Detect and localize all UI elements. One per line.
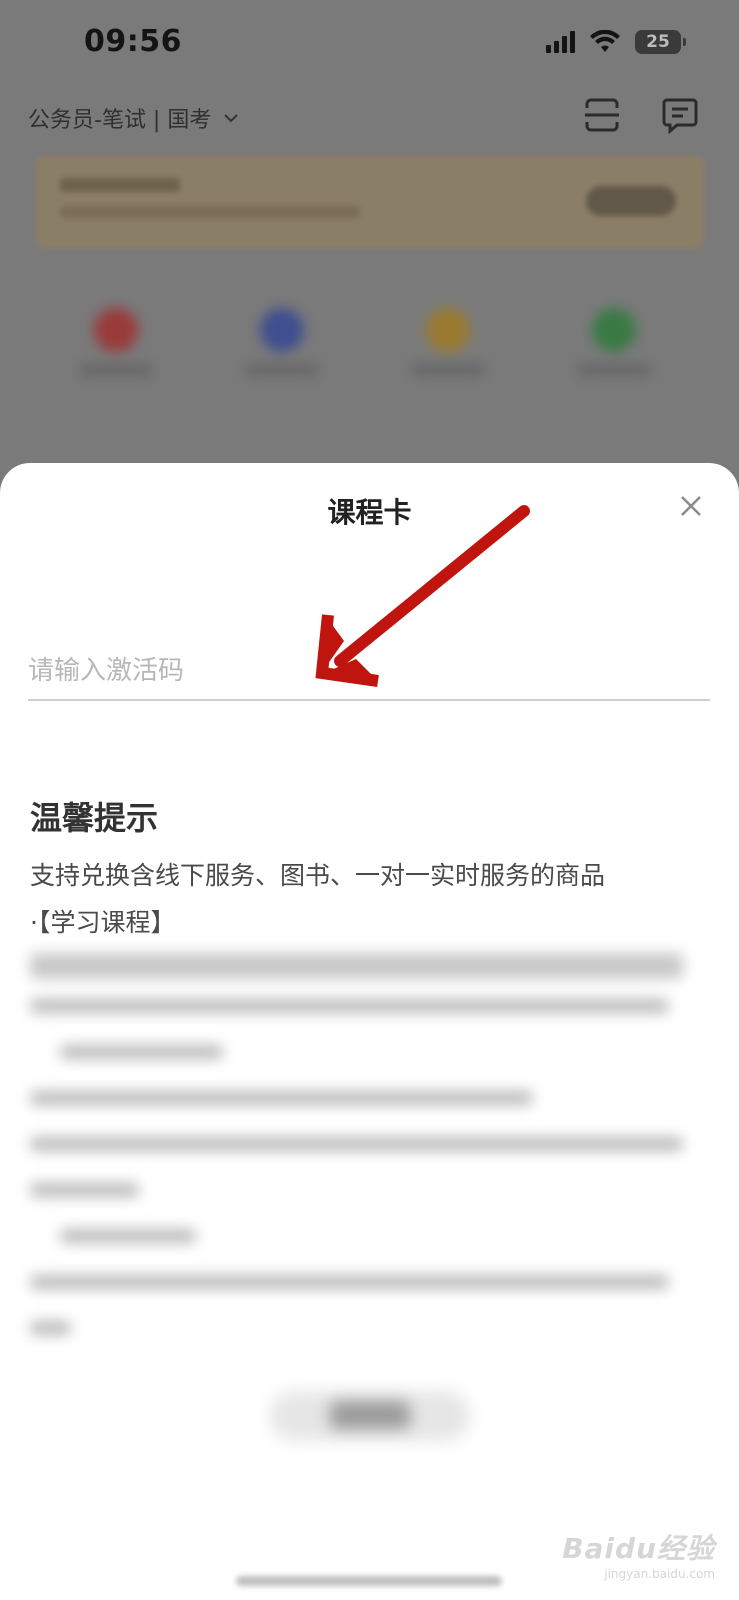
watermark-url: jingyan.baidu.com [604,1567,715,1581]
watermark-brand: Baidu经验 [562,1532,715,1565]
shortcut-item [408,308,488,388]
tips-text: 支持兑换含线下服务、图书、一对一实时服务的商品 [30,861,606,890]
activation-code-input[interactable] [28,643,710,701]
exam-selector[interactable]: 公务员-笔试 | 国考 [28,102,239,134]
tips-title: 温馨提示 [30,799,159,837]
status-icons: 25 [546,30,686,54]
shortcut-item [574,308,654,388]
status-time: 09:56 [84,24,182,59]
top-bar: 公务员-笔试 | 国考 [0,96,739,146]
chevron-down-icon [224,114,239,123]
shortcut-item [76,308,156,388]
close-icon[interactable] [674,489,708,523]
course-card-sheet: 课程卡 温馨提示 支持兑换含线下服务、图书、一对一实时服务的商品 ·【学习课程】… [0,463,739,1600]
shortcut-item [242,308,322,388]
confirm-button[interactable] [70,1371,670,1461]
tips-category: ·【学习课程】 [30,908,176,937]
scan-icon[interactable] [583,96,621,134]
watermark: Baidu经验 jingyan.baidu.com [562,1527,715,1581]
wifi-icon [590,30,620,52]
exam-selector-label: 公务员-笔试 | 国考 [28,108,212,133]
battery-icon: 25 [635,30,686,54]
blurred-tips-content [30,953,710,1367]
sheet-title: 课程卡 [327,496,412,529]
signal-icon [546,31,575,53]
message-icon[interactable] [661,96,699,134]
status-bar: 09:56 25 [0,0,739,90]
promo-banner [36,156,704,248]
home-indicator [236,1576,502,1586]
